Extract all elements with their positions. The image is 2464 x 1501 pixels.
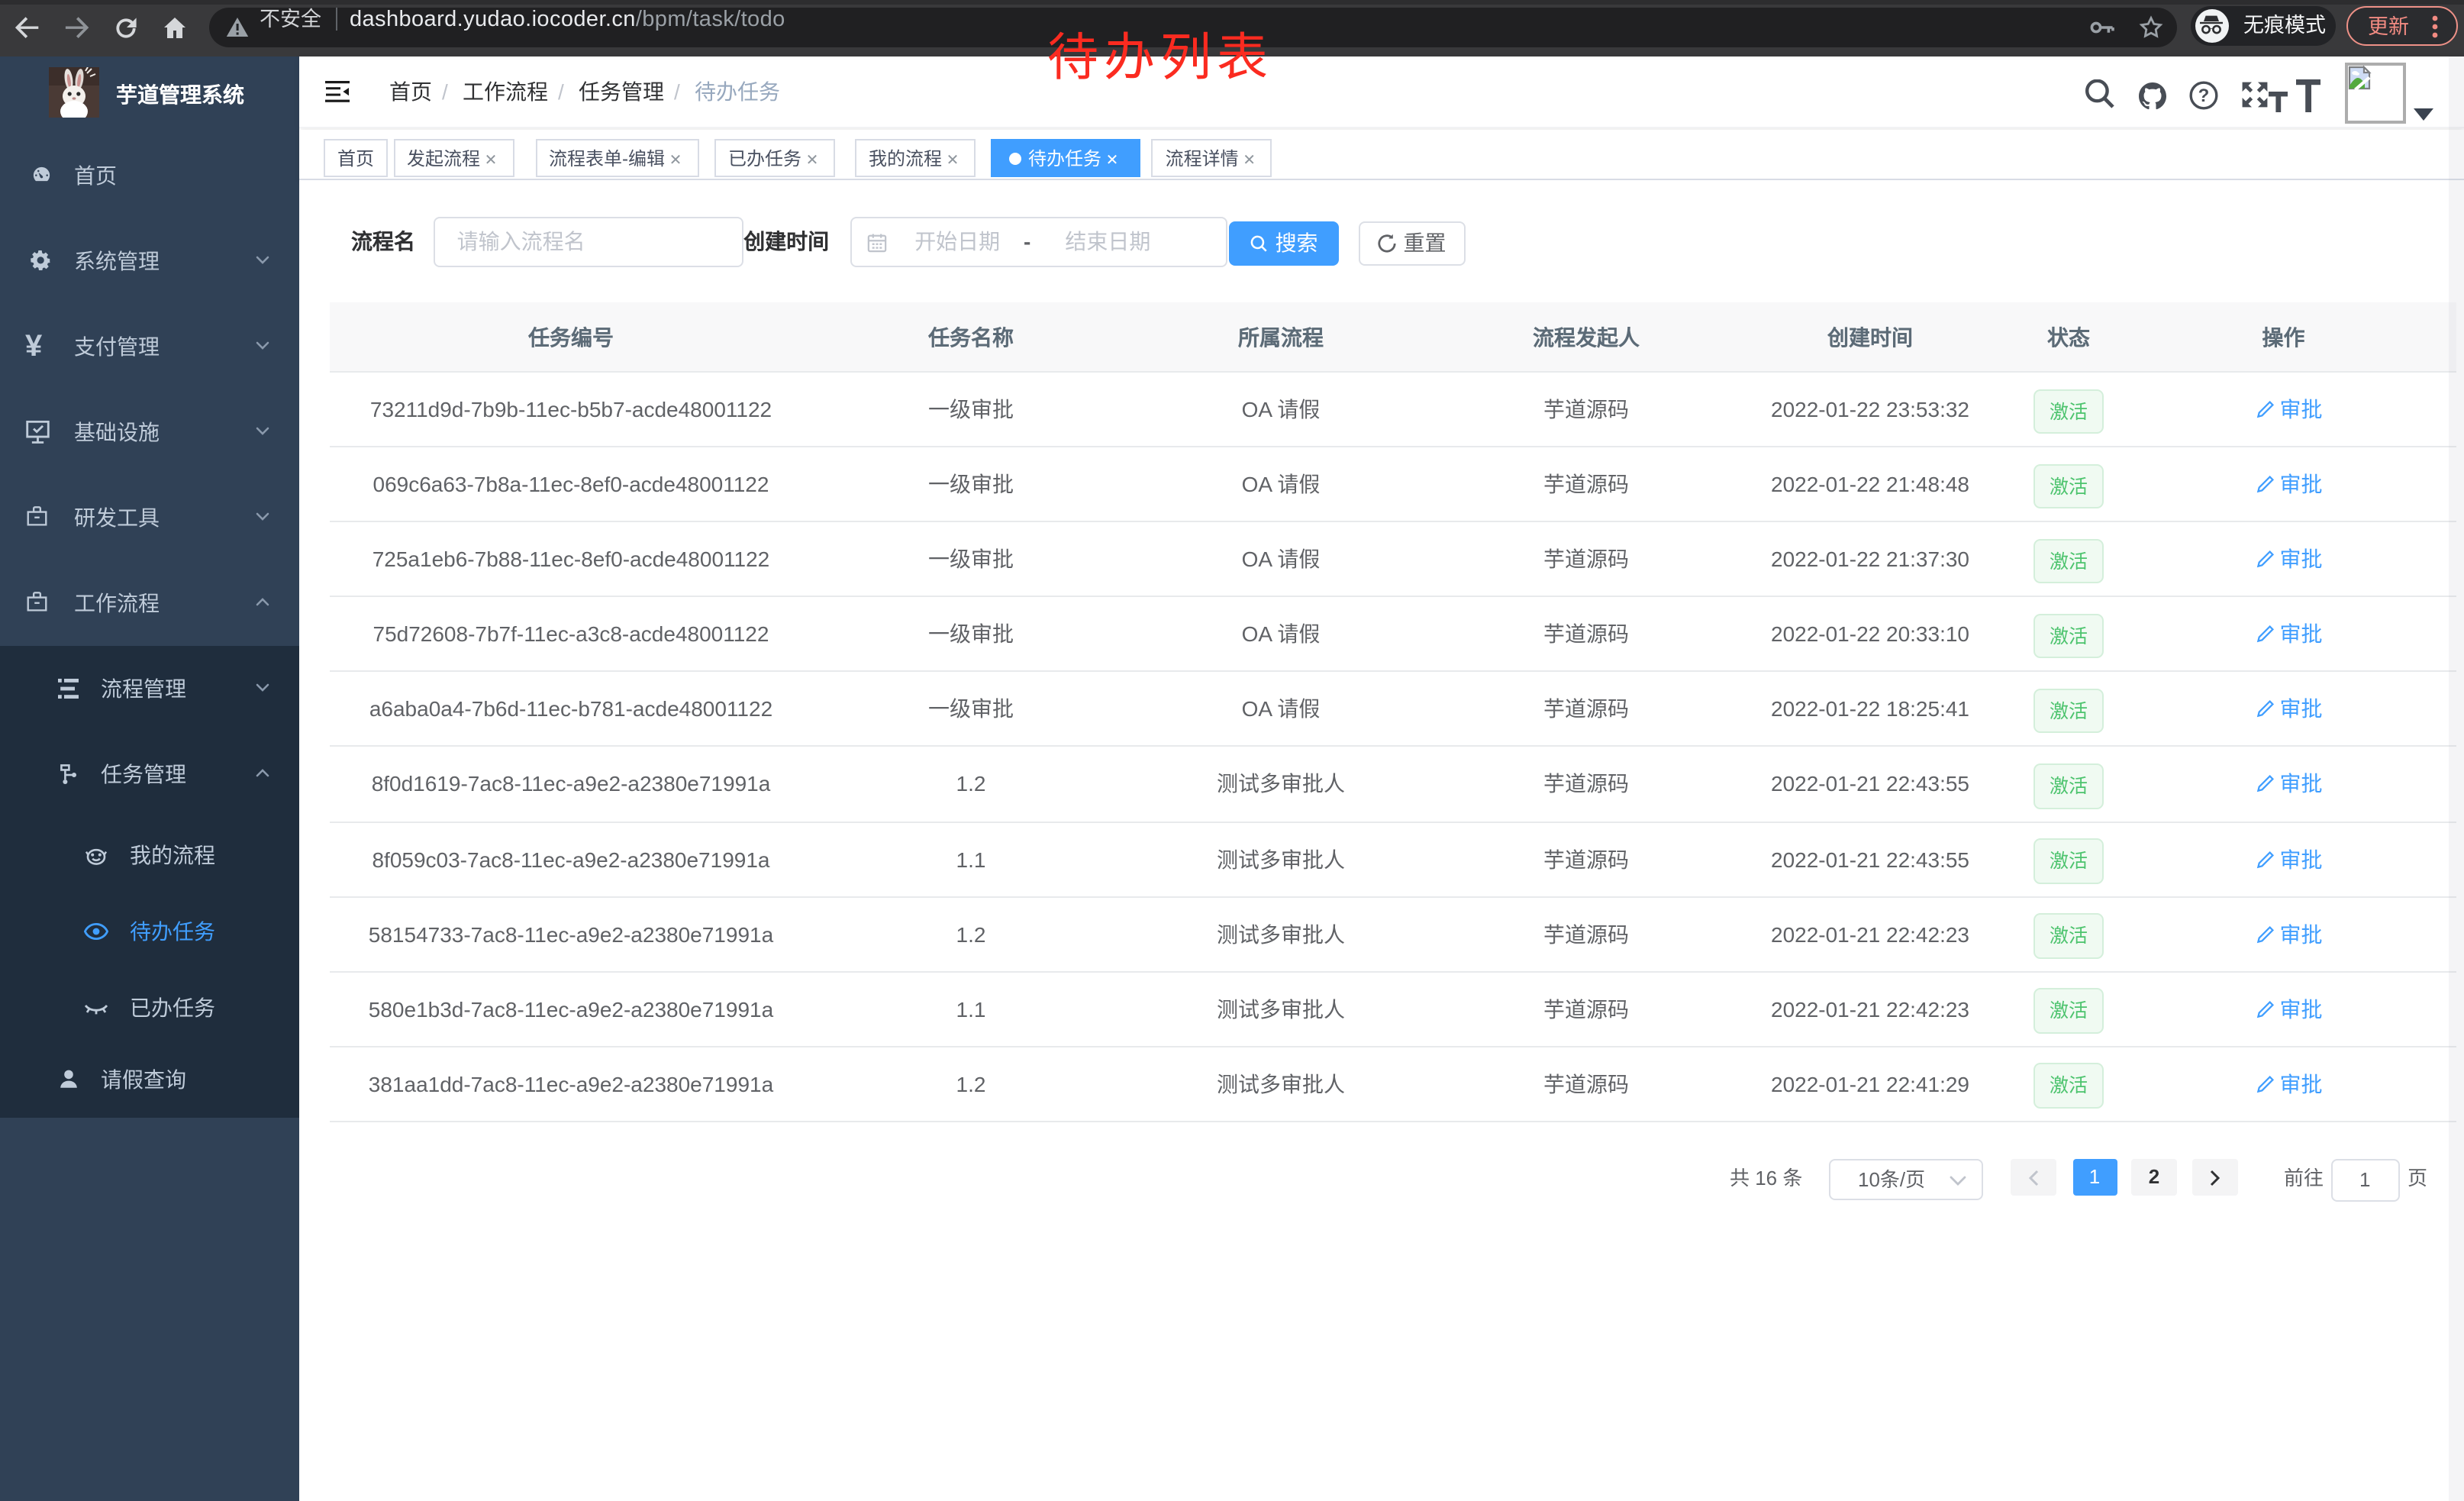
svg-text:?: ? [2198,85,2209,105]
